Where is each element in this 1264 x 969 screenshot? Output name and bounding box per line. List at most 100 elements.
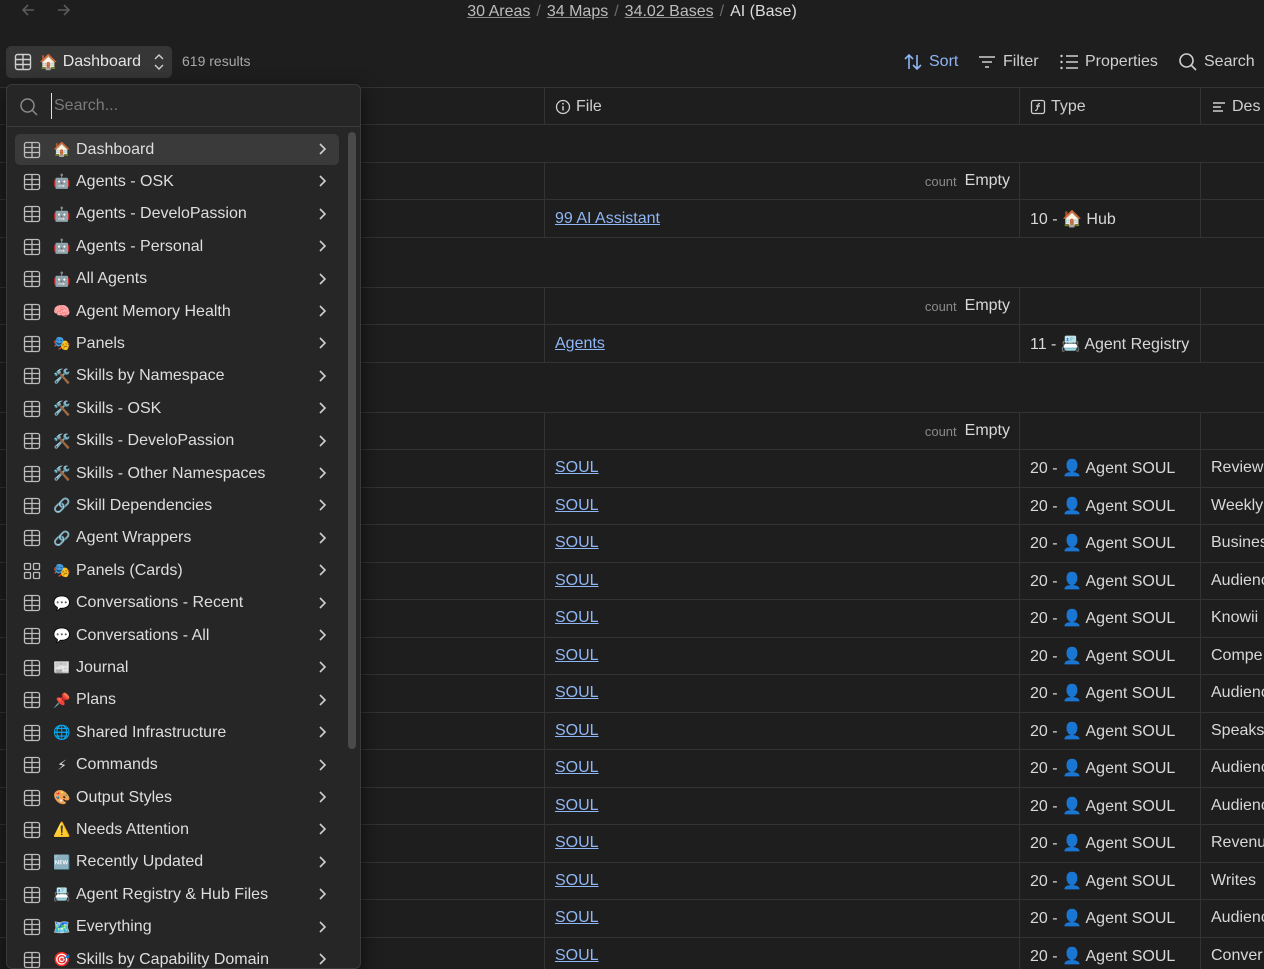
dropdown-scrollbar[interactable]	[348, 132, 356, 749]
summary-count-label: count	[924, 173, 957, 189]
view-search-input[interactable]	[51, 93, 341, 119]
summary-cell[interactable]: count Empty	[544, 163, 1020, 199]
view-emoji: 🎯	[53, 951, 71, 967]
view-item[interactable]: 🎭 Panels	[15, 328, 339, 359]
chevron-right-icon	[319, 759, 327, 771]
chevron-right-icon	[319, 370, 327, 382]
view-item[interactable]: 🤖 Agents - DeveloPassion	[15, 199, 339, 230]
view-item[interactable]: 🗺️ Everything	[15, 912, 339, 943]
view-item-label: Commands	[76, 756, 158, 774]
view-emoji: 🤖	[53, 238, 71, 255]
view-item[interactable]: 🎯 Skills by Capability Domain	[15, 944, 339, 969]
table-icon	[23, 594, 53, 612]
file-link[interactable]: SOUL	[555, 609, 599, 627]
file-link[interactable]: SOUL	[555, 534, 599, 552]
view-emoji: 📌	[53, 691, 71, 708]
type-cell: 20 - 👤 Agent SOUL	[1019, 750, 1201, 787]
view-emoji: 🏠	[39, 54, 58, 71]
view-item-label: Skill Dependencies	[76, 496, 213, 514]
view-item[interactable]: 💬 Conversations - All	[15, 620, 339, 651]
breadcrumb-current: AI (Base)	[730, 3, 797, 20]
view-item[interactable]: 🆕 Recently Updated	[15, 847, 339, 878]
file-link[interactable]: SOUL	[555, 722, 599, 740]
table-icon	[23, 853, 53, 871]
view-item-label: Shared Infrastructure	[76, 723, 227, 741]
view-item[interactable]: 🛠️ Skills - OSK	[15, 393, 339, 424]
view-item[interactable]: 🤖 All Agents	[15, 264, 339, 295]
chevron-right-icon	[319, 402, 327, 414]
view-item[interactable]: 📰 Journal	[15, 652, 339, 683]
file-link[interactable]: SOUL	[555, 459, 599, 477]
view-item[interactable]: 📇 Agent Registry & Hub Files	[15, 879, 339, 910]
view-item[interactable]: 🛠️ Skills by Namespace	[15, 361, 339, 392]
properties-button[interactable]: Properties	[1059, 50, 1158, 74]
view-emoji: 🏠	[53, 141, 71, 157]
breadcrumb-separator: /	[614, 3, 619, 20]
file-link[interactable]: 99 AI Assistant	[555, 210, 660, 228]
chevron-right-icon	[319, 499, 327, 511]
view-item[interactable]: ⚡ Commands	[15, 750, 339, 781]
column-header-label: Des	[1232, 97, 1261, 115]
breadcrumb-link[interactable]: 34.02 Bases	[625, 3, 714, 20]
type-cell: 20 - 👤 Agent SOUL	[1019, 450, 1201, 487]
search-button[interactable]: Search	[1178, 50, 1255, 74]
view-item[interactable]: 🏠 Dashboard	[15, 134, 339, 165]
filter-button[interactable]: Filter	[977, 50, 1039, 74]
chevron-right-icon	[319, 175, 327, 187]
column-header-file[interactable]: File	[544, 88, 1020, 125]
column-header-label: Type	[1051, 97, 1086, 115]
sort-button[interactable]: Sort	[903, 50, 958, 74]
file-link[interactable]: SOUL	[555, 947, 599, 965]
view-item[interactable]: 🌐 Shared Infrastructure	[15, 717, 339, 748]
view-item[interactable]: 🛠️ Skills - Other Namespaces	[15, 458, 339, 489]
table-icon	[23, 821, 53, 839]
view-item-label: All Agents	[76, 270, 148, 288]
breadcrumb-link[interactable]: 30 Areas	[467, 3, 530, 20]
column-header-description[interactable]: Des	[1200, 88, 1264, 125]
view-selector-button[interactable]: 🏠 Dashboard	[6, 46, 172, 78]
view-item[interactable]: ⚠️ Needs Attention	[15, 814, 339, 845]
description-cell: Review	[1200, 450, 1264, 487]
view-emoji: 💬	[53, 627, 71, 643]
file-link[interactable]: SOUL	[555, 497, 599, 515]
view-item[interactable]: 🧠 Agent Memory Health	[15, 296, 339, 327]
summary-cell[interactable]: count Empty	[544, 288, 1020, 324]
file-link[interactable]: SOUL	[555, 572, 599, 590]
file-link[interactable]: SOUL	[555, 797, 599, 815]
chevron-right-icon	[319, 208, 327, 220]
view-item[interactable]: 📌 Plans	[15, 685, 339, 716]
column-header-type[interactable]: Type	[1019, 88, 1201, 125]
dropdown-search-bar	[7, 85, 360, 127]
view-item[interactable]: 🎭 Panels (Cards)	[15, 555, 339, 586]
summary-cell[interactable]: count Empty	[544, 413, 1020, 449]
file-link[interactable]: SOUL	[555, 909, 599, 927]
view-emoji: 💬	[53, 594, 71, 611]
view-emoji: 🎨	[53, 789, 71, 805]
table-icon	[23, 756, 53, 774]
view-item[interactable]: 🤖 Agents - Personal	[15, 231, 339, 262]
file-link[interactable]: SOUL	[555, 872, 599, 890]
chevron-updown-icon	[154, 54, 164, 70]
view-item-label: Conversations - Recent	[76, 594, 244, 612]
view-item[interactable]: 🎨 Output Styles	[15, 782, 339, 813]
view-emoji: 🧠	[53, 303, 71, 319]
formula-icon	[1030, 99, 1046, 114]
breadcrumb-link[interactable]: 34 Maps	[547, 3, 608, 20]
file-link[interactable]: SOUL	[555, 759, 599, 777]
view-item[interactable]: 🔗 Agent Wrappers	[15, 523, 339, 554]
chevron-right-icon	[319, 856, 327, 868]
chevron-right-icon	[319, 921, 327, 933]
view-item[interactable]: 🤖 Agents - OSK	[15, 166, 339, 197]
file-link[interactable]: SOUL	[555, 647, 599, 665]
view-emoji: 🆕	[53, 853, 71, 870]
file-link[interactable]: SOUL	[555, 684, 599, 702]
file-link[interactable]: SOUL	[555, 834, 599, 852]
table-icon	[23, 627, 53, 645]
view-item-label: Recently Updated	[76, 853, 204, 871]
view-item[interactable]: 🔗 Skill Dependencies	[15, 490, 339, 521]
table-icon	[23, 951, 53, 969]
view-item[interactable]: 💬 Conversations - Recent	[15, 588, 339, 619]
file-link[interactable]: Agents	[555, 335, 605, 353]
view-item[interactable]: 🛠️ Skills - DeveloPassion	[15, 426, 339, 457]
view-emoji: 🛠️	[53, 432, 71, 449]
